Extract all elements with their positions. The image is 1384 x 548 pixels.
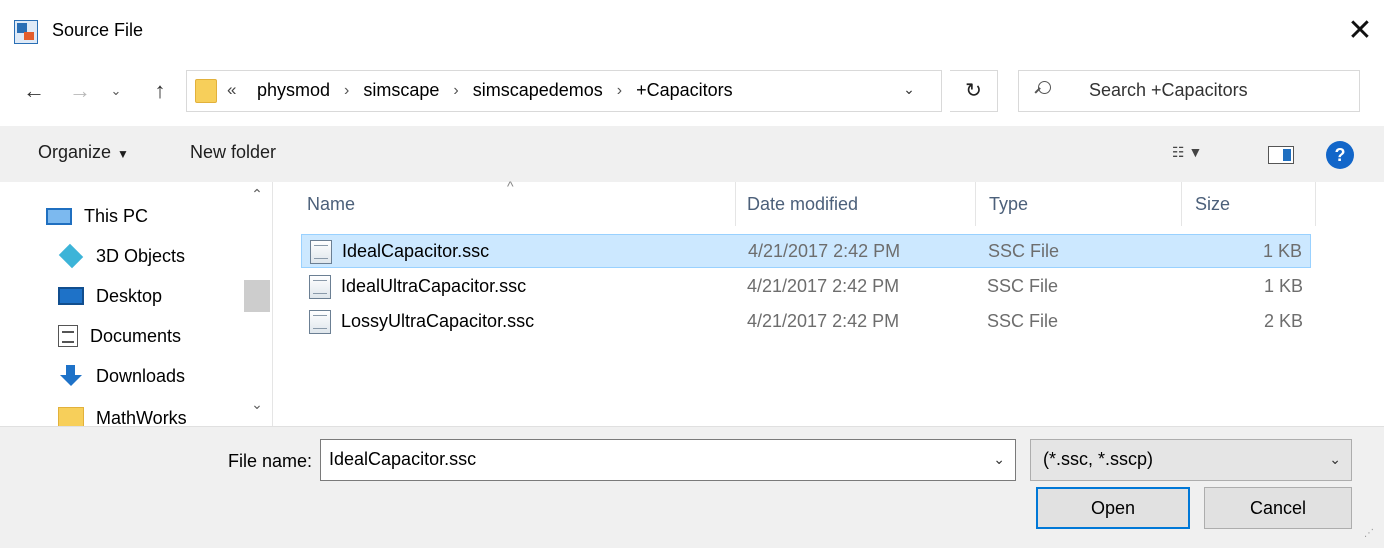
filename-combobox[interactable]: ⌄ [320, 439, 1016, 481]
column-header-date-modified[interactable]: Date modified [747, 194, 858, 218]
search-icon [1035, 81, 1051, 97]
chevron-right-icon[interactable]: › [441, 82, 470, 100]
preview-pane-icon[interactable] [1268, 146, 1294, 164]
computer-icon [46, 207, 72, 225]
app-icon [14, 20, 38, 44]
organize-label: Organize [38, 142, 112, 162]
sidebar-item-this-pc[interactable]: This PC [46, 198, 148, 234]
cancel-button[interactable]: Cancel [1204, 487, 1352, 529]
title-bar: Source File ✕ [0, 0, 1384, 64]
command-bar: Organize ▼ New folder ☷ ▼ ? [0, 126, 1384, 182]
desktop-icon [58, 287, 84, 305]
documents-icon [58, 325, 78, 347]
sidebar-item-label: Desktop [96, 285, 163, 306]
sidebar-item-label: 3D Objects [96, 245, 186, 266]
file-date: 4/21/2017 2:42 PM [747, 311, 900, 331]
scrollbar-thumb[interactable] [244, 280, 270, 312]
search-box[interactable] [1018, 70, 1360, 112]
file-date: 4/21/2017 2:42 PM [747, 276, 900, 296]
sidebar-item-label: Downloads [96, 365, 186, 386]
dialog-footer: File name: ⌄ (*.ssc, *.sscp) ⌄ Open Canc… [0, 426, 1384, 548]
file-type-filter-select[interactable]: (*.ssc, *.sscp) ⌄ [1030, 439, 1352, 481]
sidebar-item-label: Documents [90, 325, 182, 346]
folder-icon [195, 79, 217, 103]
column-header-size[interactable]: Size [1195, 194, 1230, 218]
recent-locations-chevron-icon[interactable]: ⌄ [104, 74, 128, 108]
sidebar-item-desktop[interactable]: Desktop [58, 278, 162, 314]
file-row[interactable]: LossyUltraCapacitor.ssc 4/21/2017 2:42 P… [301, 305, 1311, 339]
file-date: 4/21/2017 2:42 PM [748, 241, 901, 261]
up-arrow-icon[interactable]: ↑ [144, 74, 176, 108]
breadcrumb-physmod[interactable]: physmod [255, 80, 332, 101]
file-type: SSC File [987, 311, 1059, 331]
open-button[interactable]: Open [1036, 487, 1190, 529]
help-icon[interactable]: ? [1326, 141, 1354, 169]
refresh-icon[interactable]: ↻ [950, 70, 998, 112]
sidebar-item-downloads[interactable]: Downloads [58, 358, 185, 394]
column-divider[interactable] [975, 182, 976, 226]
sidebar-item-label: This PC [84, 205, 149, 226]
file-size: 2 KB [1263, 311, 1303, 331]
download-icon [58, 365, 84, 387]
file-icon [309, 275, 331, 299]
chevron-down-icon[interactable]: ⌄ [897, 81, 921, 98]
file-size: 1 KB [1263, 276, 1303, 296]
column-header-name[interactable]: Name [307, 194, 355, 218]
sidebar-item-label: MathWorks [96, 407, 187, 427]
filename-input[interactable] [329, 449, 969, 470]
view-options-icon[interactable]: ☷ ▼ [1172, 144, 1202, 161]
sidebar-item-mathworks[interactable]: MathWorks [58, 400, 187, 426]
cube-icon [58, 243, 84, 269]
sidebar-scrollbar[interactable]: ⌃ ⌄ [244, 182, 270, 426]
file-row[interactable]: IdealCapacitor.ssc 4/21/2017 2:42 PM SSC… [301, 234, 1311, 268]
scroll-down-icon[interactable]: ⌄ [244, 396, 270, 413]
file-type-filter-value: (*.ssc, *.sscp) [1043, 449, 1154, 469]
chevron-right-icon[interactable]: › [605, 82, 634, 100]
file-size: 1 KB [1262, 241, 1302, 261]
navigation-pane: This PC 3D Objects Desktop Documents Dow… [0, 182, 272, 426]
resize-grip-icon[interactable]: ⋰ [1364, 527, 1378, 541]
file-type: SSC File [988, 241, 1060, 261]
column-header-type[interactable]: Type [989, 194, 1028, 218]
organize-button[interactable]: Organize ▼ [38, 142, 129, 163]
chevron-right-icon[interactable]: › [332, 82, 361, 100]
close-button[interactable]: ✕ [1336, 8, 1384, 56]
address-bar[interactable]: « physmod › simscape › simscapedemos › +… [186, 70, 942, 112]
file-type: SSC File [987, 276, 1059, 296]
sidebar-item-3d-objects[interactable]: 3D Objects [58, 238, 185, 274]
new-folder-button[interactable]: New folder [190, 142, 276, 163]
sort-ascending-icon: ^ [507, 178, 514, 194]
filename-label: File name: [228, 451, 313, 471]
breadcrumb-simscape[interactable]: simscape [361, 80, 441, 101]
column-divider[interactable] [1181, 182, 1182, 226]
file-list: ^ Name Date modified Type Size IdealCapa… [272, 178, 1384, 426]
file-row[interactable]: IdealUltraCapacitor.ssc 4/21/2017 2:42 P… [301, 270, 1311, 304]
chevron-down-icon: ⌄ [1329, 451, 1341, 467]
column-divider[interactable] [1315, 182, 1316, 226]
scroll-up-icon[interactable]: ⌃ [244, 186, 270, 203]
sidebar-item-documents[interactable]: Documents [58, 318, 181, 354]
back-arrow-icon[interactable]: ← [18, 74, 50, 108]
breadcrumb: physmod › simscape › simscapedemos › +Ca… [255, 80, 735, 101]
breadcrumb-simscapedemos[interactable]: simscapedemos [471, 80, 605, 101]
chevron-down-icon[interactable]: ⌄ [993, 451, 1005, 468]
file-name: LossyUltraCapacitor.ssc [341, 311, 535, 331]
column-divider[interactable] [735, 182, 736, 226]
folder-icon [58, 407, 84, 426]
file-name: IdealCapacitor.ssc [342, 241, 490, 261]
file-icon [309, 310, 331, 334]
window-title: Source File [52, 20, 144, 40]
breadcrumb-capacitors[interactable]: +Capacitors [634, 80, 735, 101]
file-name: IdealUltraCapacitor.ssc [341, 276, 527, 296]
file-icon [310, 240, 332, 264]
search-input[interactable] [1089, 80, 1349, 101]
breadcrumb-overflow-icon[interactable]: « [227, 80, 236, 100]
forward-arrow-icon[interactable]: → [64, 74, 96, 108]
caret-down-icon: ▼ [117, 147, 129, 161]
